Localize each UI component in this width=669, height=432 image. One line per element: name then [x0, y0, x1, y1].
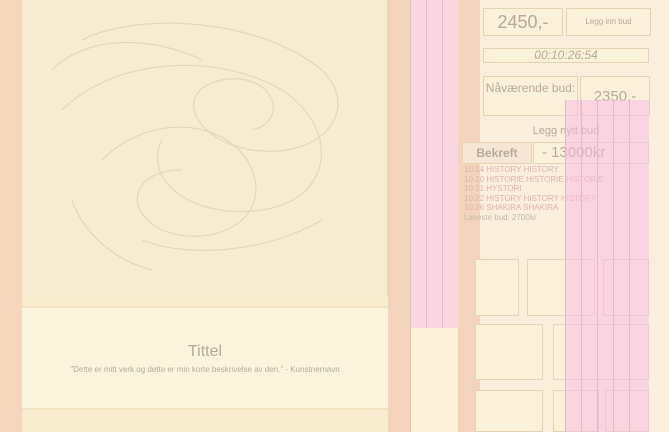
- price-display: 2450,-: [483, 8, 563, 36]
- artwork-divider: [22, 296, 388, 306]
- current-bid-label: Nåværende bud:: [483, 76, 578, 116]
- overlay-column: [581, 100, 597, 432]
- thumbnail-strip-column: [426, 0, 442, 328]
- place-bid-button[interactable]: Legg inn bud: [566, 8, 651, 36]
- artwork-title: Tittel: [187, 343, 223, 360]
- overlay-column: [629, 100, 649, 432]
- thumbnail-strip-column: [410, 0, 426, 328]
- column-gutter: [388, 0, 410, 432]
- countdown-timer: 00:10:26:54: [483, 48, 649, 63]
- thumbnail-strip-column: [442, 0, 458, 328]
- gallery-thumbnail[interactable]: [475, 259, 519, 316]
- strip-footer: [410, 328, 458, 432]
- gallery-thumbnail[interactable]: [475, 390, 543, 432]
- left-margin: [0, 0, 22, 432]
- overlay-column: [613, 100, 629, 432]
- artwork-caption: Tittel "Dette er mitt verk og dette er m…: [22, 306, 388, 410]
- gallery-thumbnail[interactable]: [475, 324, 543, 380]
- overlay-column: [597, 100, 613, 432]
- overlay-column: [565, 100, 581, 432]
- artwork-description: "Dette er mitt verk og dette er min kort…: [70, 365, 340, 374]
- artwork-image[interactable]: [22, 0, 388, 296]
- artwork-sketch: [51, 22, 339, 271]
- confirm-bid-button[interactable]: Bekreft: [462, 142, 532, 164]
- artwork-footer: [22, 410, 388, 432]
